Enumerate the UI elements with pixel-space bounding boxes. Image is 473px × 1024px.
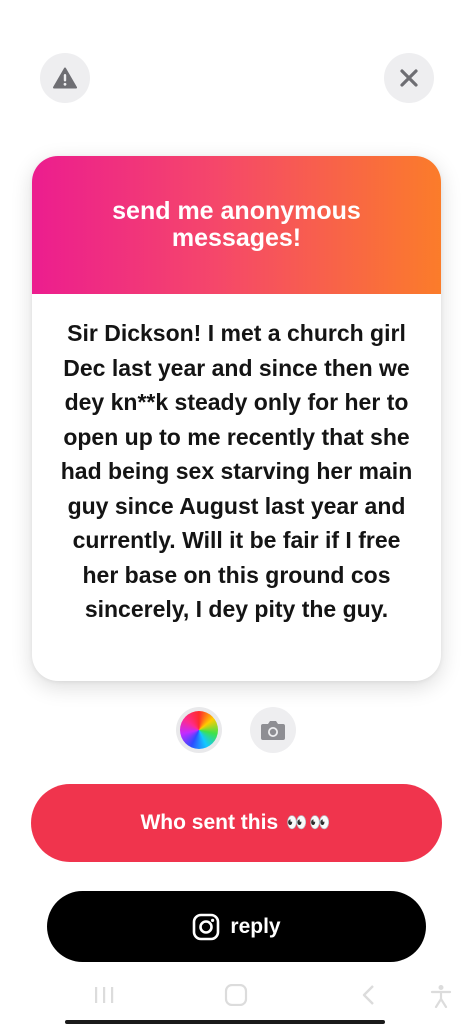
color-wheel-icon xyxy=(180,711,218,749)
camera-button[interactable] xyxy=(250,707,296,753)
card-header: send me anonymous messages! xyxy=(32,156,441,294)
camera-icon xyxy=(260,719,286,741)
report-button[interactable] xyxy=(40,53,90,103)
close-button[interactable] xyxy=(384,53,434,103)
recent-apps-icon[interactable] xyxy=(92,984,116,1006)
message-card: send me anonymous messages! Sir Dickson!… xyxy=(32,156,441,681)
home-icon[interactable] xyxy=(224,984,248,1006)
back-icon[interactable] xyxy=(358,984,378,1006)
system-nav-bar xyxy=(0,978,473,1024)
accessibility-icon[interactable] xyxy=(430,984,452,1008)
who-sent-label: Who sent this xyxy=(140,811,279,834)
warning-icon xyxy=(53,67,77,89)
reply-label: reply xyxy=(230,914,281,938)
reply-button[interactable]: reply xyxy=(47,891,426,962)
card-title: send me anonymous messages! xyxy=(112,197,361,252)
who-sent-button[interactable]: Who sent this 👀👀 xyxy=(31,784,442,862)
gesture-handle xyxy=(65,1020,385,1024)
color-picker-button[interactable] xyxy=(176,707,222,753)
eyes-emoji: 👀👀 xyxy=(286,813,333,832)
message-text: Sir Dickson! I met a church girl Dec las… xyxy=(60,320,413,622)
close-icon xyxy=(399,68,419,88)
instagram-icon xyxy=(192,913,220,941)
